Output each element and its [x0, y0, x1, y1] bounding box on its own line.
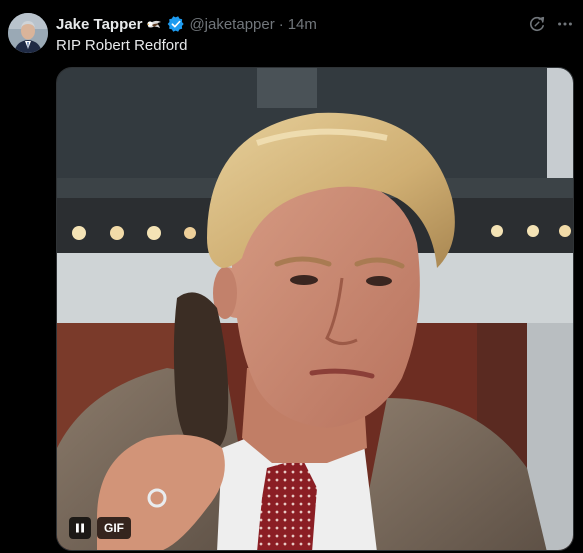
pause-icon [76, 523, 84, 533]
tweet-timestamp[interactable]: 14m [288, 16, 317, 33]
pause-button[interactable] [69, 517, 91, 539]
verified-badge-icon [167, 15, 185, 33]
gif-badge: GIF [97, 517, 131, 539]
more-icon [558, 22, 572, 26]
grok-button[interactable] [525, 12, 549, 36]
gif-frame-image [57, 68, 573, 550]
author-avatar[interactable] [8, 13, 48, 53]
author-handle[interactable]: @jaketapper [189, 16, 274, 33]
more-options-button[interactable] [553, 12, 577, 36]
tweet-text: RIP Robert Redford [56, 37, 188, 54]
tweet-media-gif[interactable]: GIF [56, 67, 574, 551]
gif-controls: GIF [69, 517, 131, 539]
separator-dot: · [278, 15, 284, 33]
grok-icon [530, 16, 545, 32]
eagle-emoji-icon [146, 16, 163, 33]
tweet-header: Jake Tapper @jaketapper · 14m [56, 14, 503, 34]
author-name[interactable]: Jake Tapper [56, 16, 142, 33]
avatar-image [8, 13, 48, 53]
